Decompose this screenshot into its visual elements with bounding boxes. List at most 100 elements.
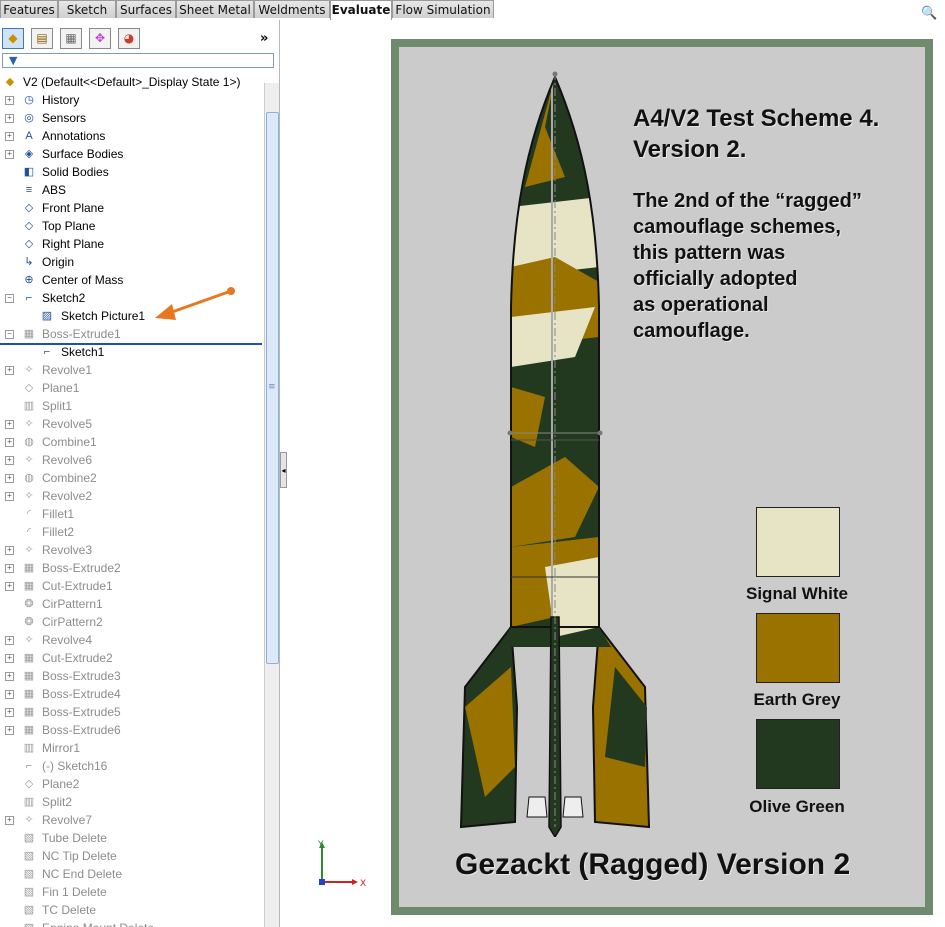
scrollbar-grip-icon: ≡ bbox=[268, 382, 276, 392]
tree-item[interactable]: + ✧ Revolve5 bbox=[0, 415, 264, 433]
tree-item[interactable]: − ▦ Boss-Extrude1 bbox=[0, 325, 264, 343]
panel-collapse-handle[interactable]: ◂ bbox=[280, 452, 287, 488]
tree-item[interactable]: ◧ Solid Bodies bbox=[0, 163, 264, 181]
sketch-picture[interactable]: A4/V2 Test Scheme 4. Version 2. The 2nd … bbox=[391, 39, 933, 915]
tab-sketch[interactable]: Sketch bbox=[58, 0, 116, 18]
tree-item[interactable]: ◇ Top Plane bbox=[0, 217, 264, 235]
expand-toggle[interactable]: + bbox=[5, 114, 14, 123]
tab-surfaces[interactable]: Surfaces bbox=[116, 0, 176, 18]
expand-panel-icon[interactable]: » bbox=[260, 31, 268, 46]
tree-item-label: Boss-Extrude1 bbox=[42, 327, 121, 341]
sketch-point[interactable] bbox=[507, 430, 513, 436]
tab-sheet-metal[interactable]: Sheet Metal bbox=[176, 0, 254, 18]
expand-toggle[interactable]: + bbox=[5, 726, 14, 735]
tree-item[interactable]: + ◎ Sensors bbox=[0, 109, 264, 127]
tree-item[interactable]: + A Annotations bbox=[0, 127, 264, 145]
expand-toggle[interactable]: + bbox=[5, 636, 14, 645]
expand-toggle[interactable]: + bbox=[5, 564, 14, 573]
tree-item[interactable]: ▨ Sketch Picture1 bbox=[0, 307, 264, 325]
tree-item[interactable]: + ✧ Revolve1 bbox=[0, 361, 264, 379]
tree-item-label: Revolve5 bbox=[42, 417, 93, 431]
tree-item[interactable]: ≡ ABS bbox=[0, 181, 264, 199]
tree-item[interactable]: ▧ TC Delete bbox=[0, 901, 264, 919]
tree-item[interactable]: + ▦ Cut-Extrude1 bbox=[0, 577, 264, 595]
tree-item[interactable]: ◜ Fillet1 bbox=[0, 505, 264, 523]
tree-item[interactable]: ⌐ (-) Sketch16 bbox=[0, 757, 264, 775]
tree-item[interactable]: + ◍ Combine2 bbox=[0, 469, 264, 487]
expand-toggle[interactable]: + bbox=[5, 366, 14, 375]
tree-item[interactable]: ◇ Plane1 bbox=[0, 379, 264, 397]
display-manager-icon[interactable]: ◕ bbox=[118, 28, 140, 49]
tree-item[interactable]: ▥ Split1 bbox=[0, 397, 264, 415]
tree-item[interactable]: ▧ Tube Delete bbox=[0, 829, 264, 847]
sketch-point[interactable] bbox=[552, 71, 558, 77]
tree-item[interactable]: + ✧ Revolve7 bbox=[0, 811, 264, 829]
tree-item[interactable]: ❂ CirPattern2 bbox=[0, 613, 264, 631]
tab-flow-simulation[interactable]: Flow Simulation bbox=[392, 0, 494, 18]
tree-filter-input[interactable]: ▼ bbox=[2, 53, 274, 68]
expand-toggle[interactable]: + bbox=[5, 672, 14, 681]
expand-toggle[interactable]: + bbox=[5, 474, 14, 483]
tree-item[interactable]: ❂ CirPattern1 bbox=[0, 595, 264, 613]
tree-item[interactable]: ▧ NC End Delete bbox=[0, 865, 264, 883]
expand-toggle[interactable]: + bbox=[5, 690, 14, 699]
feature-manager-icon[interactable]: ◆ bbox=[2, 28, 24, 49]
tree-item[interactable]: + ◍ Combine1 bbox=[0, 433, 264, 451]
tree-item[interactable]: + ◈ Surface Bodies bbox=[0, 145, 264, 163]
tree-item-label: Surface Bodies bbox=[42, 147, 124, 161]
tree-item[interactable]: ⌐ Sketch1 bbox=[0, 343, 264, 361]
expand-toggle[interactable]: + bbox=[5, 708, 14, 717]
tree-item[interactable]: ▥ Split2 bbox=[0, 793, 264, 811]
tree-item[interactable]: + ▦ Boss-Extrude6 bbox=[0, 721, 264, 739]
tree-item[interactable]: + ◷ History bbox=[0, 91, 264, 109]
tree-item[interactable]: ▥ Mirror1 bbox=[0, 739, 264, 757]
expand-toggle[interactable]: + bbox=[5, 492, 14, 501]
sketch-point[interactable] bbox=[597, 430, 603, 436]
center-of-mass-icon: ⊕ bbox=[24, 274, 34, 286]
tab-weldments[interactable]: Weldments bbox=[254, 0, 330, 18]
expand-toggle[interactable]: + bbox=[5, 654, 14, 663]
tree-item[interactable]: ▧ Engine Mount Delete bbox=[0, 919, 264, 927]
expand-toggle[interactable]: + bbox=[5, 546, 14, 555]
tree-item[interactable]: + ▦ Boss-Extrude2 bbox=[0, 559, 264, 577]
tree-item[interactable]: + ✧ Revolve3 bbox=[0, 541, 264, 559]
rollback-bar[interactable] bbox=[0, 343, 262, 345]
expand-toggle[interactable]: + bbox=[5, 96, 14, 105]
tree-item[interactable]: + ▦ Cut-Extrude2 bbox=[0, 649, 264, 667]
expand-toggle[interactable]: + bbox=[5, 438, 14, 447]
tree-item-label: NC End Delete bbox=[42, 867, 123, 881]
zoom-icon[interactable]: 🔍 bbox=[921, 6, 937, 21]
expand-toggle[interactable]: − bbox=[5, 330, 14, 339]
tree-item[interactable]: + ✧ Revolve2 bbox=[0, 487, 264, 505]
expand-toggle[interactable]: + bbox=[5, 582, 14, 591]
tree-item-label: Split1 bbox=[42, 399, 73, 413]
tree-item[interactable]: ◇ Front Plane bbox=[0, 199, 264, 217]
property-manager-icon[interactable]: ▤ bbox=[31, 28, 53, 49]
tab-evaluate[interactable]: Evaluate bbox=[330, 0, 392, 20]
expand-toggle[interactable]: + bbox=[5, 456, 14, 465]
tree-item[interactable]: ↳ Origin bbox=[0, 253, 264, 271]
tree-item[interactable]: ▧ Fin 1 Delete bbox=[0, 883, 264, 901]
tree-root[interactable]: ◆ V2 (Default<<Default>_Display State 1>… bbox=[0, 73, 264, 91]
tree-item[interactable]: + ▦ Boss-Extrude3 bbox=[0, 667, 264, 685]
tree-item[interactable]: ◇ Plane2 bbox=[0, 775, 264, 793]
expand-toggle[interactable]: + bbox=[5, 420, 14, 429]
tree-item[interactable]: − ⌐ Sketch2 bbox=[0, 289, 264, 307]
tree-item-label: Revolve3 bbox=[42, 543, 93, 557]
dimxpert-icon[interactable]: ✥ bbox=[89, 28, 111, 49]
tree-item[interactable]: + ▦ Boss-Extrude5 bbox=[0, 703, 264, 721]
tab-features[interactable]: Features bbox=[0, 0, 58, 18]
tree-item[interactable]: ⊕ Center of Mass bbox=[0, 271, 264, 289]
expand-toggle[interactable]: + bbox=[5, 816, 14, 825]
expand-toggle[interactable]: + bbox=[5, 150, 14, 159]
tree-item[interactable]: ◇ Right Plane bbox=[0, 235, 264, 253]
revolve-icon: ✧ bbox=[24, 454, 34, 466]
configuration-manager-icon[interactable]: ▦ bbox=[60, 28, 82, 49]
expand-toggle[interactable]: + bbox=[5, 132, 14, 141]
tree-item[interactable]: + ✧ Revolve4 bbox=[0, 631, 264, 649]
tree-item[interactable]: + ▦ Boss-Extrude4 bbox=[0, 685, 264, 703]
tree-item[interactable]: ◜ Fillet2 bbox=[0, 523, 264, 541]
expand-toggle[interactable]: − bbox=[5, 294, 14, 303]
tree-item[interactable]: + ✧ Revolve6 bbox=[0, 451, 264, 469]
tree-item[interactable]: ▧ NC Tip Delete bbox=[0, 847, 264, 865]
